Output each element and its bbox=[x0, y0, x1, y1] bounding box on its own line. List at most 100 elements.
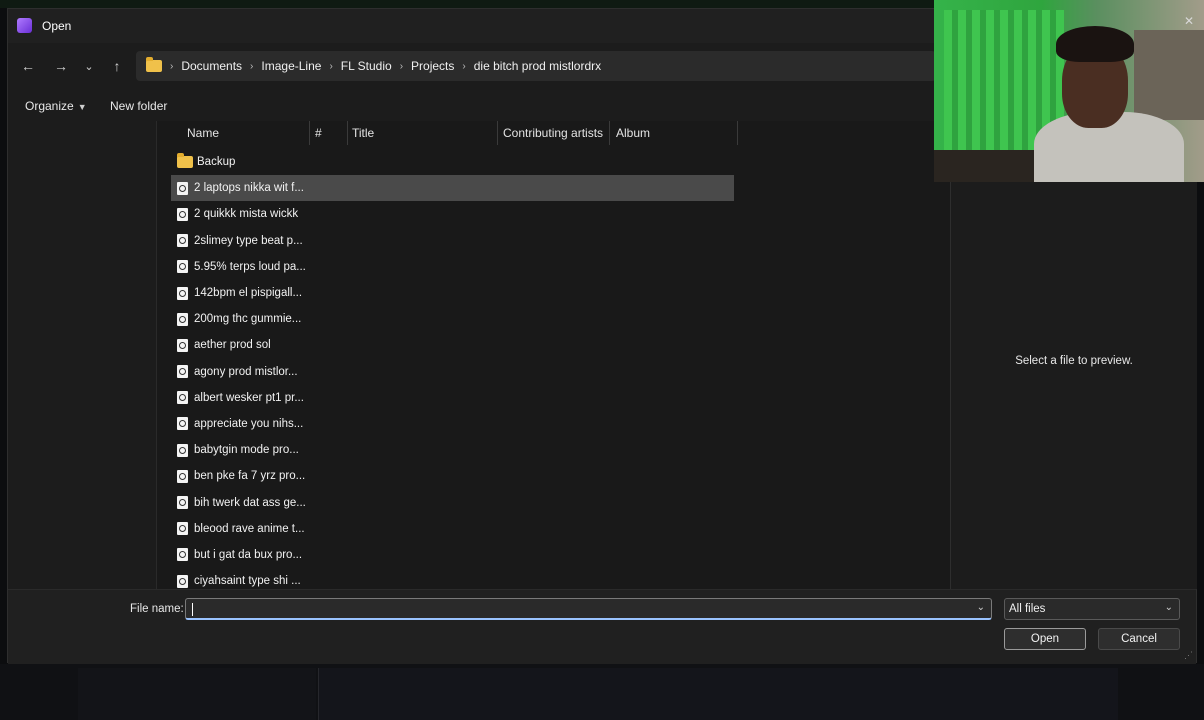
up-folder-icon[interactable]: ↑ bbox=[104, 55, 130, 77]
file-name: ben pke fa 7 yrz pro... bbox=[194, 470, 306, 483]
organize-label: Organize bbox=[25, 99, 74, 113]
chevron-down-icon: ⌄ bbox=[1164, 602, 1173, 613]
file-name: 142bpm el pispigall... bbox=[194, 287, 303, 300]
list-item[interactable]: agony prod mistlor... bbox=[171, 359, 891, 385]
column-divider[interactable] bbox=[497, 121, 498, 145]
recent-locations-icon[interactable]: ⌄ bbox=[76, 55, 102, 77]
file-name: 2 quikkk mista wickk bbox=[194, 208, 299, 221]
text-cursor bbox=[192, 603, 193, 616]
navigation-pane[interactable] bbox=[8, 121, 156, 589]
list-item[interactable]: aether prod sol bbox=[171, 332, 891, 358]
file-icon bbox=[177, 312, 188, 326]
file-name: babytgin mode pro... bbox=[194, 444, 299, 457]
organize-button[interactable]: Organize ▼ bbox=[25, 99, 87, 113]
file-icon bbox=[177, 181, 188, 195]
file-name: Backup bbox=[197, 156, 236, 169]
webcam-person-hair bbox=[1056, 26, 1134, 62]
file-rows: Backup 2 laptops nikka wit f... 2 quikkk… bbox=[171, 149, 891, 589]
file-icon bbox=[177, 207, 188, 221]
chevron-down-icon: ▼ bbox=[77, 102, 87, 112]
column-album[interactable]: Album bbox=[616, 126, 650, 140]
column-divider[interactable] bbox=[737, 121, 738, 145]
file-name: bih twerk dat ass ge... bbox=[194, 496, 306, 509]
file-name: appreciate you nihs... bbox=[194, 417, 304, 430]
folder-icon bbox=[177, 153, 193, 169]
file-name: 200mg thc gummie... bbox=[194, 313, 302, 326]
breadcrumb-fl-studio[interactable]: FL Studio bbox=[341, 59, 392, 73]
list-item[interactable]: but i gat da bux pro... bbox=[171, 542, 891, 568]
breadcrumb-separator: › bbox=[250, 60, 254, 72]
list-item[interactable]: 5.95% terps loud pa... bbox=[171, 254, 891, 280]
file-name: bleood rave anime t... bbox=[194, 522, 305, 535]
preview-pane: Select a file to preview. bbox=[950, 121, 1197, 589]
address-bar[interactable]: › Documents › Image-Line › FL Studio › P… bbox=[136, 51, 936, 81]
open-button[interactable]: Open bbox=[1004, 628, 1086, 650]
close-icon[interactable]: ✕ bbox=[1184, 14, 1194, 28]
file-icon bbox=[177, 234, 188, 248]
list-item[interactable]: bih twerk dat ass ge... bbox=[171, 489, 891, 515]
list-item[interactable]: 2slimey type beat p... bbox=[171, 228, 891, 254]
dialog-footer: File name: ⌄ All files ⌄ Open Cancel ⋰ bbox=[8, 589, 1196, 664]
list-item[interactable]: appreciate you nihs... bbox=[171, 411, 891, 437]
back-icon[interactable]: ← bbox=[15, 55, 41, 77]
file-name-input[interactable]: ⌄ bbox=[185, 598, 992, 620]
file-name: aether prod sol bbox=[194, 339, 271, 352]
background-panel bbox=[318, 668, 1118, 720]
file-name-label: File name: bbox=[130, 603, 184, 615]
forward-icon[interactable]: → bbox=[48, 55, 74, 77]
background-panel bbox=[78, 668, 316, 720]
resize-grip-icon[interactable]: ⋰ bbox=[1184, 650, 1193, 661]
breadcrumb-current-folder[interactable]: die bitch prod mistlordrx bbox=[474, 59, 601, 73]
file-type-value: All files bbox=[1009, 603, 1046, 615]
list-item[interactable]: babytgin mode pro... bbox=[171, 437, 891, 463]
file-icon bbox=[177, 417, 188, 431]
breadcrumb-separator: › bbox=[462, 60, 466, 72]
folder-icon bbox=[146, 57, 162, 72]
cancel-button[interactable]: Cancel bbox=[1098, 628, 1180, 650]
list-item[interactable]: 200mg thc gummie... bbox=[171, 306, 891, 332]
column-contributing-artists[interactable]: Contributing artists bbox=[503, 126, 603, 140]
column-divider[interactable] bbox=[347, 121, 348, 145]
breadcrumb-image-line[interactable]: Image-Line bbox=[261, 59, 321, 73]
file-icon bbox=[177, 391, 188, 405]
file-name: 2 laptops nikka wit f... bbox=[194, 182, 304, 195]
file-icon bbox=[177, 496, 188, 510]
file-name: agony prod mistlor... bbox=[194, 365, 298, 378]
sort-up-icon: ⌃ bbox=[241, 121, 249, 127]
file-icon bbox=[177, 286, 188, 300]
list-item[interactable]: ciyahsaint type shi ... bbox=[171, 568, 891, 589]
file-list[interactable]: Name ⌃ # Title Contributing artists Albu… bbox=[156, 121, 950, 589]
webcam-overlay: ✕ bbox=[934, 0, 1204, 182]
chevron-down-icon[interactable]: ⌄ bbox=[977, 602, 985, 613]
file-icon bbox=[177, 522, 188, 536]
column-divider[interactable] bbox=[309, 121, 310, 145]
breadcrumb-documents[interactable]: Documents bbox=[181, 59, 242, 73]
list-item[interactable]: Backup bbox=[171, 149, 891, 175]
file-name: albert wesker pt1 pr... bbox=[194, 391, 304, 404]
file-name: 5.95% terps loud pa... bbox=[194, 260, 306, 273]
file-icon bbox=[177, 469, 188, 483]
file-icon bbox=[177, 548, 188, 562]
breadcrumb-separator: › bbox=[170, 60, 174, 72]
list-item[interactable]: ben pke fa 7 yrz pro... bbox=[171, 463, 891, 489]
column-title[interactable]: Title bbox=[352, 126, 374, 140]
list-item[interactable]: albert wesker pt1 pr... bbox=[171, 385, 891, 411]
list-item[interactable]: 2 quikkk mista wickk bbox=[171, 201, 891, 227]
file-type-select[interactable]: All files ⌄ bbox=[1004, 598, 1180, 620]
dialog-title: Open bbox=[42, 19, 72, 33]
breadcrumb-projects[interactable]: Projects bbox=[411, 59, 454, 73]
column-divider[interactable] bbox=[609, 121, 610, 145]
column-header-row: Name ⌃ # Title Contributing artists Albu… bbox=[157, 121, 950, 145]
column-name[interactable]: Name bbox=[187, 126, 219, 140]
file-name: but i gat da bux pro... bbox=[194, 548, 303, 561]
breadcrumb-separator: › bbox=[399, 60, 404, 72]
file-name: ciyahsaint type shi ... bbox=[194, 575, 301, 588]
breadcrumb-separator: › bbox=[329, 60, 333, 72]
fl-studio-icon bbox=[17, 18, 32, 33]
file-icon bbox=[177, 338, 188, 352]
column-number[interactable]: # bbox=[315, 126, 322, 140]
list-item[interactable]: bleood rave anime t... bbox=[171, 516, 891, 542]
list-item[interactable]: 142bpm el pispigall... bbox=[171, 280, 891, 306]
list-item[interactable]: 2 laptops nikka wit f... bbox=[171, 175, 734, 202]
new-folder-button[interactable]: New folder bbox=[110, 99, 167, 113]
